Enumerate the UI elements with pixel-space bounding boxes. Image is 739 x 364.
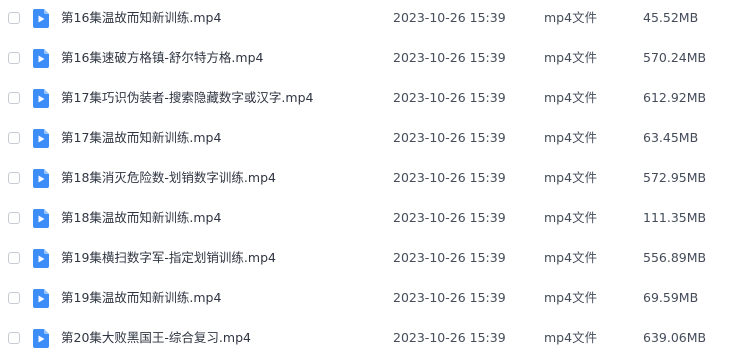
- file-row[interactable]: 第19集横扫数字军-指定划销训练.mp4 2023-10-26 15:39 mp…: [0, 240, 739, 280]
- file-type: mp4文件: [544, 330, 598, 345]
- file-name[interactable]: 第16集速破方格镇-舒尔特方格.mp4: [61, 49, 263, 67]
- file-modified-date: 2023-10-26 15:39: [393, 290, 506, 305]
- row-checkbox[interactable]: [8, 292, 20, 304]
- file-type: mp4文件: [544, 290, 598, 305]
- file-modified-date: 2023-10-26 15:39: [393, 170, 506, 185]
- video-file-icon: [33, 49, 49, 68]
- file-row[interactable]: 第19集温故而知新训练.mp4 2023-10-26 15:39 mp4文件 6…: [0, 280, 739, 320]
- file-name[interactable]: 第17集巧识伪装者-搜索隐藏数字或汉字.mp4: [61, 89, 313, 107]
- file-row[interactable]: 第16集温故而知新训练.mp4 2023-10-26 15:39 mp4文件 4…: [0, 0, 739, 40]
- file-size: 570.24MB: [643, 50, 707, 65]
- file-modified-date: 2023-10-26 15:39: [393, 130, 506, 145]
- file-modified-date: 2023-10-26 15:39: [393, 50, 506, 65]
- file-modified-date: 2023-10-26 15:39: [393, 90, 506, 105]
- row-checkbox[interactable]: [8, 172, 20, 184]
- file-modified-date: 2023-10-26 15:39: [393, 10, 506, 25]
- video-file-icon: [33, 9, 49, 28]
- file-row[interactable]: 第20集大败黑国王-综合复习.mp4 2023-10-26 15:39 mp4文…: [0, 320, 739, 360]
- file-type: mp4文件: [544, 50, 598, 65]
- file-type: mp4文件: [544, 250, 598, 265]
- file-modified-date: 2023-10-26 15:39: [393, 210, 506, 225]
- file-type: mp4文件: [544, 90, 598, 105]
- row-checkbox[interactable]: [8, 332, 20, 344]
- file-size: 612.92MB: [643, 90, 707, 105]
- file-size: 63.45MB: [643, 130, 699, 145]
- file-name[interactable]: 第18集温故而知新训练.mp4: [61, 209, 221, 227]
- row-checkbox[interactable]: [8, 252, 20, 264]
- file-type: mp4文件: [544, 10, 598, 25]
- file-row[interactable]: 第16集速破方格镇-舒尔特方格.mp4 2023-10-26 15:39 mp4…: [0, 40, 739, 80]
- file-name[interactable]: 第17集温故而知新训练.mp4: [61, 129, 221, 147]
- file-row[interactable]: 第17集温故而知新训练.mp4 2023-10-26 15:39 mp4文件 6…: [0, 120, 739, 160]
- row-checkbox[interactable]: [8, 52, 20, 64]
- file-name[interactable]: 第18集消灭危险数-划销数字训练.mp4: [61, 169, 276, 187]
- row-checkbox[interactable]: [8, 212, 20, 224]
- file-type: mp4文件: [544, 130, 598, 145]
- file-name[interactable]: 第19集温故而知新训练.mp4: [61, 289, 221, 307]
- file-row[interactable]: 第18集温故而知新训练.mp4 2023-10-26 15:39 mp4文件 1…: [0, 200, 739, 240]
- file-size: 111.35MB: [643, 210, 707, 225]
- file-size: 556.89MB: [643, 250, 707, 265]
- row-checkbox[interactable]: [8, 132, 20, 144]
- file-size: 639.06MB: [643, 330, 707, 345]
- file-name[interactable]: 第19集横扫数字军-指定划销训练.mp4: [61, 249, 276, 267]
- file-name[interactable]: 第16集温故而知新训练.mp4: [61, 9, 221, 27]
- row-checkbox[interactable]: [8, 12, 20, 24]
- file-modified-date: 2023-10-26 15:39: [393, 250, 506, 265]
- file-name[interactable]: 第20集大败黑国王-综合复习.mp4: [61, 329, 251, 347]
- video-file-icon: [33, 89, 49, 108]
- file-row[interactable]: 第18集消灭危险数-划销数字训练.mp4 2023-10-26 15:39 mp…: [0, 160, 739, 200]
- video-file-icon: [33, 169, 49, 188]
- video-file-icon: [33, 329, 49, 348]
- file-modified-date: 2023-10-26 15:39: [393, 330, 506, 345]
- file-size: 45.52MB: [643, 10, 699, 25]
- video-file-icon: [33, 209, 49, 228]
- file-type: mp4文件: [544, 170, 598, 185]
- file-row[interactable]: 第17集巧识伪装者-搜索隐藏数字或汉字.mp4 2023-10-26 15:39…: [0, 80, 739, 120]
- file-size: 69.59MB: [643, 290, 699, 305]
- file-size: 572.95MB: [643, 170, 707, 185]
- video-file-icon: [33, 289, 49, 308]
- video-file-icon: [33, 249, 49, 268]
- video-file-icon: [33, 129, 49, 148]
- file-type: mp4文件: [544, 210, 598, 225]
- row-checkbox[interactable]: [8, 92, 20, 104]
